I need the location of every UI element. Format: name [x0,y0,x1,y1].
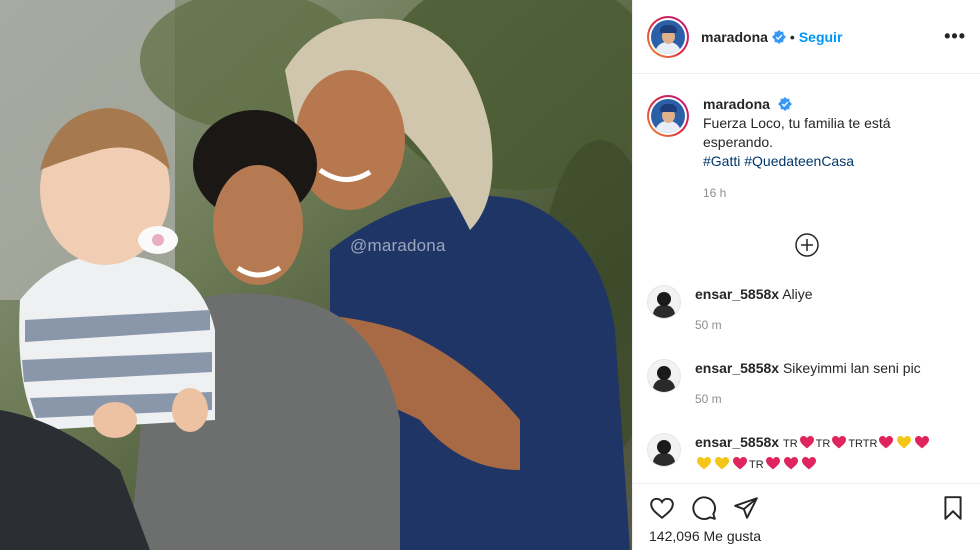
yellow-heart-emoji-icon [715,456,729,470]
comment-timestamp[interactable]: 50 m [695,316,813,335]
load-more-comments-icon[interactable] [794,233,819,257]
header-separator: • [789,28,795,45]
follow-button[interactable]: Seguir [799,29,843,45]
red-heart-emoji-icon [801,456,816,470]
verified-badge-icon [777,97,792,111]
emoji-flag-text: TR [749,459,764,471]
red-heart-emoji-icon [832,435,847,449]
emoji-flag-text: TRTR [848,438,878,450]
red-heart-emoji-icon [765,456,780,470]
comment-bubble-icon[interactable] [691,495,717,521]
likes-count[interactable]: 142,096 Me gusta [633,522,980,544]
red-heart-emoji-icon [733,456,747,470]
commenter-avatar[interactable] [647,433,681,467]
post-header: maradona • Seguir ••• [633,0,980,74]
emoji-flag-text: TR [782,438,798,450]
share-paper-plane-icon[interactable] [733,495,759,521]
comments-scroll-area[interactable]: maradona Fuerza Loco, tu familia te está… [633,75,980,483]
yellow-heart-emoji-icon [697,456,711,470]
verified-badge-icon [771,29,786,44]
red-heart-emoji-icon [799,435,814,449]
comment-emoji-text: TR [695,454,931,475]
post-caption: maradona Fuerza Loco, tu familia te está… [633,75,980,203]
comment-emoji-text: TR TR TRTR [783,434,931,450]
more-options-icon[interactable]: ••• [944,26,966,47]
caption-timestamp[interactable]: 16 h [703,184,891,203]
emoji-flag-text: TR [815,438,831,450]
yellow-heart-emoji-icon [897,435,912,449]
commenter-avatar[interactable] [647,359,681,393]
caption-username[interactable]: maradona [703,96,770,112]
post-actions: 142,096 Me gusta [633,483,980,550]
hashtag-link[interactable]: #Gatti [703,153,740,169]
post-side-panel: maradona • Seguir ••• maradona Fuerza Lo… [632,0,980,550]
red-heart-emoji-icon [879,435,894,449]
commenter-username[interactable]: ensar_5858x [695,360,779,376]
save-bookmark-icon[interactable] [940,495,966,521]
commenter-avatar[interactable] [647,285,681,319]
commenter-username[interactable]: ensar_5858x [695,434,779,450]
photo-watermark: @maradona [350,236,446,255]
comment-text: Sikeyimmi lan seni pic [782,360,921,376]
author-username[interactable]: maradona [701,29,768,45]
caption-text-line: esperando. [703,134,774,150]
comment-item: ensar_5858x TR TR TRTR TR [633,433,980,475]
caption-author-avatar[interactable] [647,95,689,137]
comment-item: ensar_5858x Aliye 50 m [633,285,980,335]
commenter-username[interactable]: ensar_5858x [695,286,779,302]
comment-item: ensar_5858x Sikeyimmi lan seni pic 50 m [633,359,980,409]
comment-timestamp[interactable]: 50 m [695,390,921,409]
comment-text: Aliye [782,286,813,302]
like-heart-icon[interactable] [649,495,675,521]
red-heart-emoji-icon [915,435,930,449]
photo-illustration [0,0,632,550]
caption-text-line: Fuerza Loco, tu familia te está [703,115,891,131]
author-avatar[interactable] [647,15,689,58]
post-photo[interactable]: @maradona [0,0,632,550]
red-heart-emoji-icon [783,456,798,470]
hashtag-link[interactable]: #QuedateenCasa [744,153,854,169]
